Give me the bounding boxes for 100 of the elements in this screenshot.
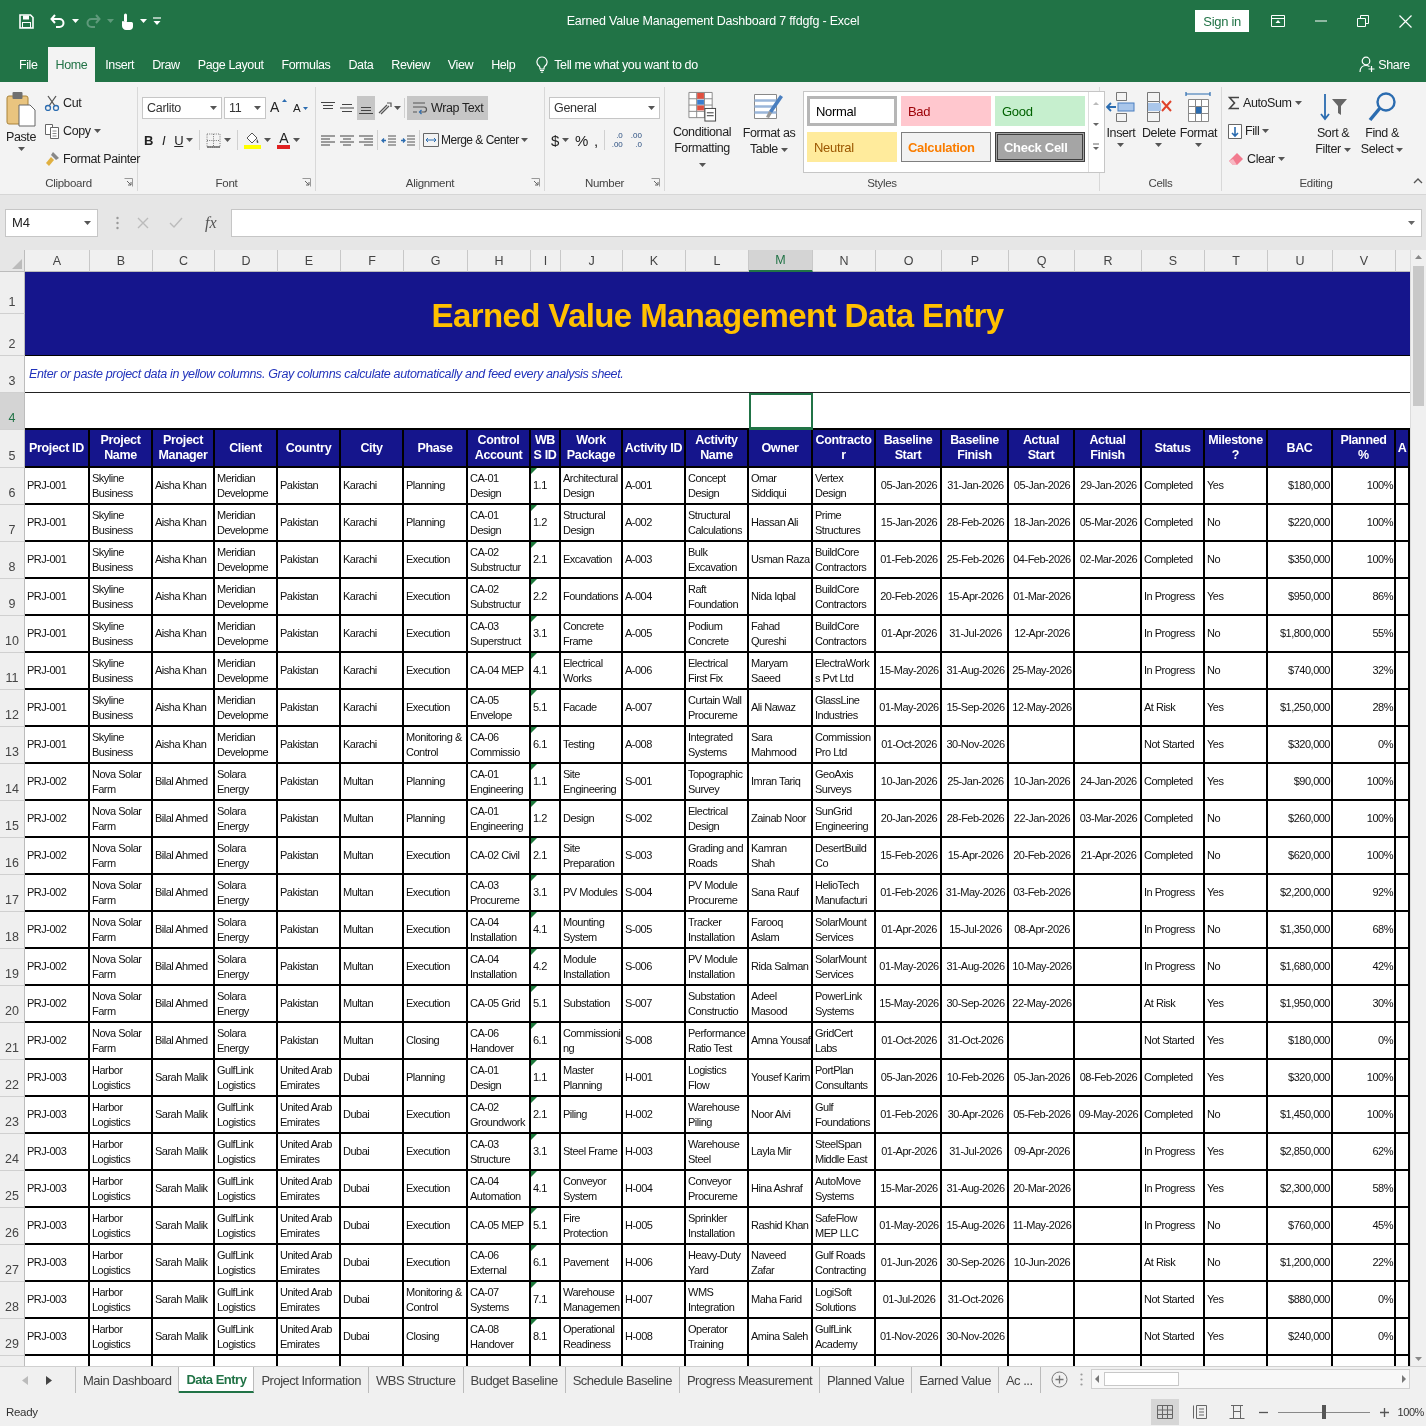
decrease-decimal-button[interactable]: .00 .0 <box>627 128 645 152</box>
wrap-text-button[interactable]: Wrap Text <box>407 96 489 120</box>
row-header[interactable]: 9 <box>0 579 25 616</box>
column-header[interactable]: R <box>1075 250 1142 272</box>
row-header[interactable]: 29 <box>0 1319 25 1356</box>
row-header[interactable]: 1 <box>0 272 25 314</box>
column-header[interactable]: P <box>942 250 1009 272</box>
find-select-button[interactable]: Find & Select <box>1358 89 1406 174</box>
next-sheet-icon[interactable] <box>46 1375 52 1385</box>
column-header[interactable]: O <box>876 250 942 272</box>
dialog-launcher-icon[interactable] <box>531 178 540 187</box>
save-icon[interactable] <box>19 13 34 29</box>
row-header[interactable]: 19 <box>0 949 25 986</box>
currency-button[interactable]: $ <box>549 128 571 152</box>
format-cells-button[interactable]: Format <box>1179 89 1217 174</box>
customize-toolbar-icon[interactable] <box>153 17 161 25</box>
touch-mode-icon[interactable] <box>120 12 134 30</box>
format-as-table-button[interactable]: Format as Table <box>739 89 799 174</box>
sheet-tab[interactable]: WBS Structure <box>369 1367 464 1393</box>
shrink-font-button[interactable]: A <box>290 96 311 120</box>
close-icon[interactable] <box>1399 14 1412 28</box>
row-header[interactable]: 8 <box>0 542 25 579</box>
dialog-launcher-icon[interactable] <box>651 178 660 187</box>
number-format-dropdown[interactable]: General <box>549 97 660 119</box>
row-header[interactable]: 26 <box>0 1208 25 1245</box>
row-header[interactable]: 22 <box>0 1060 25 1097</box>
ribbon-tab[interactable]: Review <box>383 47 438 82</box>
column-header[interactable]: K <box>623 250 686 272</box>
grow-font-button[interactable]: A <box>268 96 289 120</box>
row-header[interactable]: 13 <box>0 727 25 764</box>
sort-filter-button[interactable]: Sort & Filter <box>1312 89 1355 174</box>
font-color-button[interactable]: A <box>275 128 303 152</box>
name-box[interactable]: M4 <box>5 208 98 237</box>
row-header[interactable]: 12 <box>0 690 25 727</box>
ribbon-tab[interactable]: Page Layout <box>189 47 272 82</box>
row-header[interactable]: 21 <box>0 1023 25 1060</box>
ribbon-display-options-icon[interactable] <box>1271 15 1285 27</box>
zoom-slider-thumb[interactable] <box>1322 1405 1327 1419</box>
format-painter-button[interactable]: Format Painter <box>42 146 143 172</box>
column-header[interactable]: A <box>25 250 90 272</box>
row-header[interactable]: 27 <box>0 1245 25 1282</box>
column-header[interactable]: M <box>749 250 813 272</box>
collapse-ribbon-icon[interactable] <box>1413 178 1423 184</box>
percent-button[interactable]: % <box>572 128 590 152</box>
sign-in-button[interactable]: Sign in <box>1195 10 1249 32</box>
cell-style-option[interactable]: Bad <box>901 96 991 126</box>
font-name-dropdown[interactable]: Carlito <box>142 97 222 119</box>
merge-center-button[interactable]: Merge & Center <box>422 128 529 152</box>
column-header[interactable]: F <box>341 250 404 272</box>
ribbon-tab[interactable]: Formulas <box>273 47 339 82</box>
dialog-launcher-icon[interactable] <box>302 178 311 187</box>
horizontal-scrollbar[interactable] <box>1090 1369 1410 1389</box>
column-header[interactable]: H <box>468 250 531 272</box>
sheet-tab[interactable]: Progress Measurement <box>679 1367 820 1393</box>
row-header[interactable]: 17 <box>0 875 25 912</box>
column-header[interactable]: V <box>1333 250 1396 272</box>
ribbon-tab[interactable]: View <box>439 47 482 82</box>
fill-button[interactable]: Fill <box>1226 118 1308 144</box>
column-header[interactable]: G <box>404 250 468 272</box>
column-header[interactable]: I <box>531 250 561 272</box>
insert-cells-button[interactable]: Insert <box>1104 89 1138 174</box>
row-header[interactable]: 23 <box>0 1097 25 1134</box>
column-header[interactable]: Q <box>1009 250 1075 272</box>
sheet-tab[interactable]: Data Entry <box>179 1367 255 1393</box>
cell-style-option[interactable]: Good <box>995 96 1085 126</box>
normal-view-button[interactable] <box>1151 1399 1180 1425</box>
conditional-formatting-button[interactable]: Conditional Formatting <box>669 89 735 174</box>
row-header[interactable]: 16 <box>0 838 25 875</box>
clear-button[interactable]: Clear <box>1226 146 1308 172</box>
paste-button[interactable]: Paste <box>4 89 38 174</box>
autosum-button[interactable]: AutoSum <box>1226 90 1308 116</box>
row-header[interactable]: 24 <box>0 1134 25 1171</box>
formula-input[interactable] <box>230 208 1422 237</box>
restore-icon[interactable] <box>1357 15 1369 27</box>
column-header[interactable]: L <box>686 250 749 272</box>
row-header[interactable]: 2 <box>0 314 25 356</box>
italic-button[interactable]: I <box>157 128 171 152</box>
row-header[interactable]: 11 <box>0 653 25 690</box>
sheet-tab[interactable]: Project Information <box>254 1367 370 1393</box>
bottom-align-button[interactable] <box>357 96 375 120</box>
delete-cells-button[interactable]: Delete <box>1141 89 1176 174</box>
copy-button[interactable]: Copy <box>42 118 143 144</box>
sheet-tab[interactable]: Schedule Baseline <box>565 1367 680 1393</box>
row-header[interactable]: 5 <box>0 430 25 468</box>
column-header[interactable]: B <box>90 250 153 272</box>
increase-decimal-button[interactable]: .0 .00 <box>608 128 626 152</box>
scrollbar-thumb[interactable] <box>1103 1372 1179 1386</box>
column-header[interactable]: U <box>1268 250 1333 272</box>
row-header[interactable]: 25 <box>0 1171 25 1208</box>
ribbon-tab[interactable]: Data <box>340 47 382 82</box>
ribbon-tab[interactable]: Help <box>483 47 524 82</box>
column-header[interactable]: E <box>278 250 341 272</box>
row-header[interactable]: 3 <box>0 356 25 393</box>
cell-style-option[interactable]: Neutral <box>807 132 897 162</box>
ribbon-tab[interactable]: File <box>11 47 46 82</box>
underline-button[interactable]: U <box>172 128 196 152</box>
row-header[interactable]: 20 <box>0 986 25 1023</box>
check-icon[interactable] <box>169 216 183 229</box>
bold-button[interactable]: B <box>142 128 155 152</box>
zoom-in-icon[interactable] <box>1380 1407 1390 1417</box>
